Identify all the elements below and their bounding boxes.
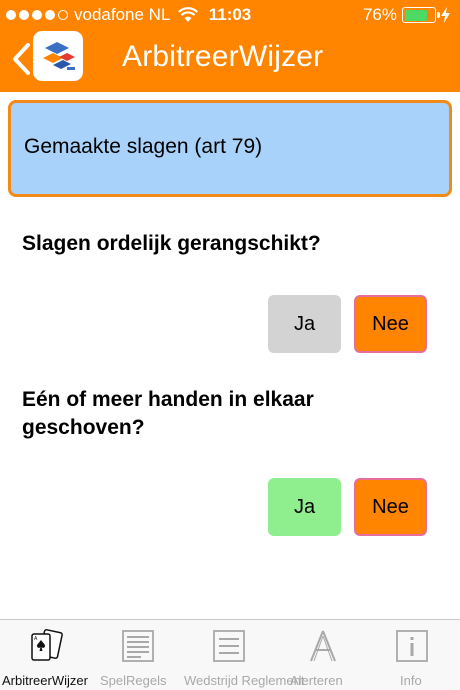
app-logo[interactable] [33,31,83,81]
charging-bolt-icon [441,7,450,23]
battery-percent: 76% [362,5,397,24]
tab-bar: A ArbitreerWijzer SpelRegels Wedstrijd R… [0,619,460,690]
status-right: 76% [363,5,450,25]
tab-alerteren[interactable]: Alerteren [284,620,364,690]
topic-label: Gemaakte slagen (art 79) [24,135,263,158]
nav-title: ArbitreerWijzer [122,40,324,73]
question-text: Slagen ordelijk gerangschikt? [22,232,321,255]
cards-icon: A [31,629,63,661]
tab-wedstrijd-reglement[interactable]: Wedstrijd Reglement [184,620,304,690]
tab-label: Alerteren [290,673,343,688]
yes-button[interactable]: Ja [268,478,341,536]
info-icon [396,630,428,662]
battery-icon [402,7,440,23]
document-list-icon [122,630,154,662]
no-button[interactable]: Nee [354,478,427,536]
question-text: Eén of meer handen in elkaar geschoven? [22,388,314,439]
header: vodafone NL 11:03 76% ArbitreerWijzer [0,0,460,92]
tab-label: Info [400,673,422,688]
no-button[interactable]: Nee [354,295,427,353]
letter-a-icon [310,630,336,662]
back-chevron-icon[interactable] [10,42,32,76]
tab-spelregels[interactable]: SpelRegels [92,620,184,690]
nav-bar: ArbitreerWijzer [0,28,460,92]
tab-label: SpelRegels [100,673,167,688]
tab-label: ArbitreerWijzer [2,673,88,688]
tab-arbitreerwijzer[interactable]: A ArbitreerWijzer [0,620,92,690]
yes-button[interactable]: Ja [268,295,341,353]
tab-info[interactable]: Info [364,620,460,690]
lines-list-icon [213,630,245,662]
topic-card[interactable]: Gemaakte slagen (art 79) [8,100,452,197]
status-bar: vodafone NL 11:03 76% [0,0,460,30]
